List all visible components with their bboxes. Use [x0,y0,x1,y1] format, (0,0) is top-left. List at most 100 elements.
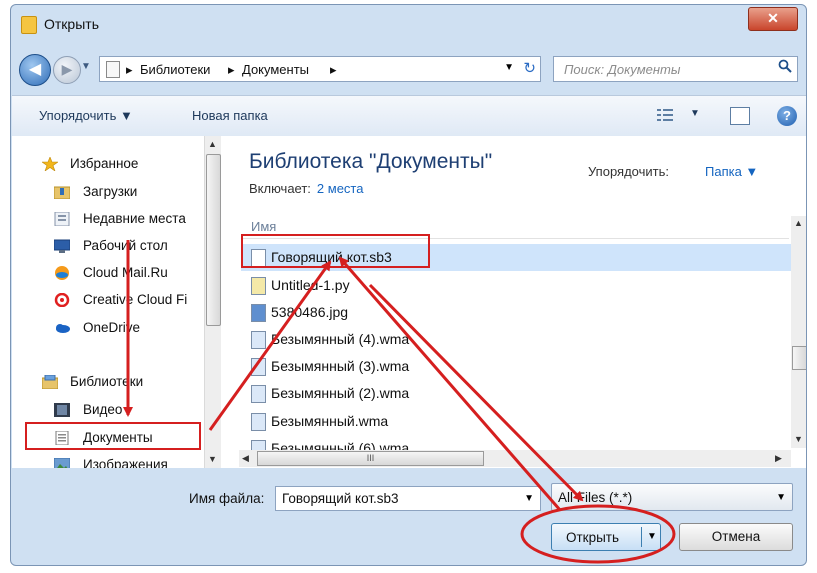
open-file-dialog: Открыть ✕ ◀ ▶ ▼ ▸ Библиотеки ▸ Документы… [10,4,807,566]
file-row[interactable]: Untitled-1.py [241,272,793,299]
scroll-left-icon[interactable]: ◀ [242,453,249,464]
preview-pane-icon[interactable] [730,107,750,125]
file-row[interactable]: Безымянный (6).wma [241,435,793,450]
file-row[interactable]: Безымянный (4).wma [241,326,793,353]
address-bar[interactable]: ▸ Библиотеки ▸ Документы ▸ ▼ ↻ [99,56,541,82]
navigation-scrollbar[interactable]: ▲ ▼ [204,136,221,468]
cancel-button[interactable]: Отмена [679,523,793,551]
file-type-filter[interactable]: All Files (*.*) ▼ [551,483,793,511]
search-placeholder: Поиск: Документы [564,62,681,77]
command-toolbar: Упорядочить ▼ Новая папка ▼ ? [12,95,806,137]
sidebar-item-label: Библиотеки [70,374,144,389]
breadcrumb-separator: ▸ [330,62,337,77]
file-list-vertical-scrollbar[interactable]: ▲ ▼ [791,216,806,448]
file-list-pane: Библиотека "Документы" Включает: 2 места … [225,136,806,468]
scrollbar-thumb[interactable] [206,154,221,326]
search-input[interactable]: Поиск: Документы [553,56,798,82]
new-folder-button[interactable]: Новая папка [192,108,268,123]
view-list-icon[interactable] [657,108,673,122]
documents-highlight-box [25,422,201,450]
sidebar-item-label: Избранное [70,156,139,171]
breadcrumb-separator: ▸ [228,62,235,77]
dialog-body: Избранное Загрузки Недавние места Рабочи… [12,136,806,468]
file-name: 5380486.jpg [271,304,349,320]
recent-places-icon [54,212,70,226]
sidebar-item-label: Недавние места [83,211,186,226]
breadcrumb-separator: ▸ [126,62,133,77]
creative-cloud-icon [54,293,70,307]
sidebar-item-label: Загрузки [83,184,138,199]
audio-file-icon [251,331,266,349]
breadcrumb-libraries[interactable]: Библиотеки [140,62,210,77]
close-button[interactable]: ✕ [748,7,798,31]
scroll-up-icon[interactable]: ▲ [208,139,217,149]
audio-file-icon [251,385,266,403]
app-icon [21,16,37,34]
scroll-down-icon[interactable]: ▼ [794,434,803,444]
arrange-by-dropdown[interactable]: Папка ▼ [705,164,758,179]
sidebar-item-desktop[interactable]: Рабочий стол [12,235,212,259]
back-button[interactable]: ◀ [19,54,51,86]
file-row[interactable]: 5380486.jpg [241,299,793,326]
refresh-icon[interactable]: ↻ [523,59,536,77]
sidebar-item-favorites[interactable]: Избранное [12,153,212,177]
sidebar-item-label: Изображения [83,457,168,468]
sidebar-item-creative-cloud[interactable]: Creative Cloud Fi [12,289,212,313]
sidebar-item-label: Cloud Mail.Ru [83,265,168,280]
scroll-up-icon[interactable]: ▲ [794,218,803,228]
python-file-icon [251,277,266,295]
sidebar-item-video[interactable]: Видео [12,399,212,423]
open-button-divider [641,527,642,547]
navigation-pane: Избранное Загрузки Недавние места Рабочи… [12,136,225,468]
title-bar: Открыть ✕ [11,5,806,43]
sidebar-item-label: Видео [83,402,123,417]
library-includes: Включает: 2 места [249,181,363,196]
includes-locations-link[interactable]: 2 места [317,181,364,196]
library-title: Библиотека "Документы" [249,150,493,173]
sidebar-item-label: Creative Cloud Fi [83,292,188,307]
libraries-icon [42,375,58,389]
forward-button[interactable]: ▶ [53,56,81,84]
sidebar-item-images[interactable]: Изображения [12,454,212,468]
navigation-bar: ◀ ▶ ▼ ▸ Библиотеки ▸ Документы ▸ ▼ ↻ Пои… [11,53,806,86]
open-button-label: Открыть [566,530,620,545]
file-name: Безымянный (4).wma [271,331,410,347]
open-button[interactable]: Открыть ▼ [551,523,661,551]
file-type-dropdown-icon[interactable]: ▼ [776,492,786,503]
arrange-by-label: Упорядочить: [588,164,669,179]
audio-file-icon [251,440,266,450]
dialog-footer: Имя файла: Говорящий кот.sb3 ▼ All Files… [11,468,806,565]
audio-file-icon [251,358,266,376]
sidebar-item-onedrive[interactable]: OneDrive [12,317,212,341]
filename-dropdown-icon[interactable]: ▼ [524,493,534,504]
history-dropdown-icon[interactable]: ▼ [81,61,91,72]
file-row[interactable]: Безымянный (3).wma [241,353,793,380]
filename-input[interactable]: Говорящий кот.sb3 ▼ [275,486,541,511]
file-row[interactable]: Безымянный.wma [241,408,793,435]
sidebar-item-downloads[interactable]: Загрузки [12,181,212,205]
organize-menu[interactable]: Упорядочить ▼ [39,108,133,123]
file-name: Безымянный.wma [271,413,389,429]
open-options-dropdown-icon[interactable]: ▼ [647,531,657,542]
view-dropdown-icon[interactable]: ▼ [690,108,700,119]
sidebar-item-cloud-mailru[interactable]: Cloud Mail.Ru [12,262,212,286]
column-header-label: Имя [251,219,277,234]
filename-label: Имя файла: [189,491,265,506]
scrollbar-thumb[interactable] [792,346,806,370]
file-name: Безымянный (3).wma [271,358,410,374]
window-title: Открыть [44,16,99,32]
image-file-icon [251,304,266,322]
file-row[interactable]: Безымянный (2).wma [241,380,793,407]
scroll-right-icon[interactable]: ▶ [775,453,782,464]
help-icon[interactable]: ? [777,106,797,126]
search-icon[interactable] [778,59,792,73]
sidebar-item-recent-places[interactable]: Недавние места [12,208,212,232]
address-dropdown-icon[interactable]: ▼ [504,62,514,73]
sidebar-item-label: OneDrive [83,320,141,335]
desktop-icon [54,239,70,253]
file-list-horizontal-scrollbar[interactable]: ◀ III ▶ [239,450,791,467]
sidebar-item-libraries[interactable]: Библиотеки [12,371,212,395]
breadcrumb-documents[interactable]: Документы [242,62,309,77]
scroll-down-icon[interactable]: ▼ [208,454,217,464]
scrollbar-thumb[interactable]: III [257,451,484,466]
